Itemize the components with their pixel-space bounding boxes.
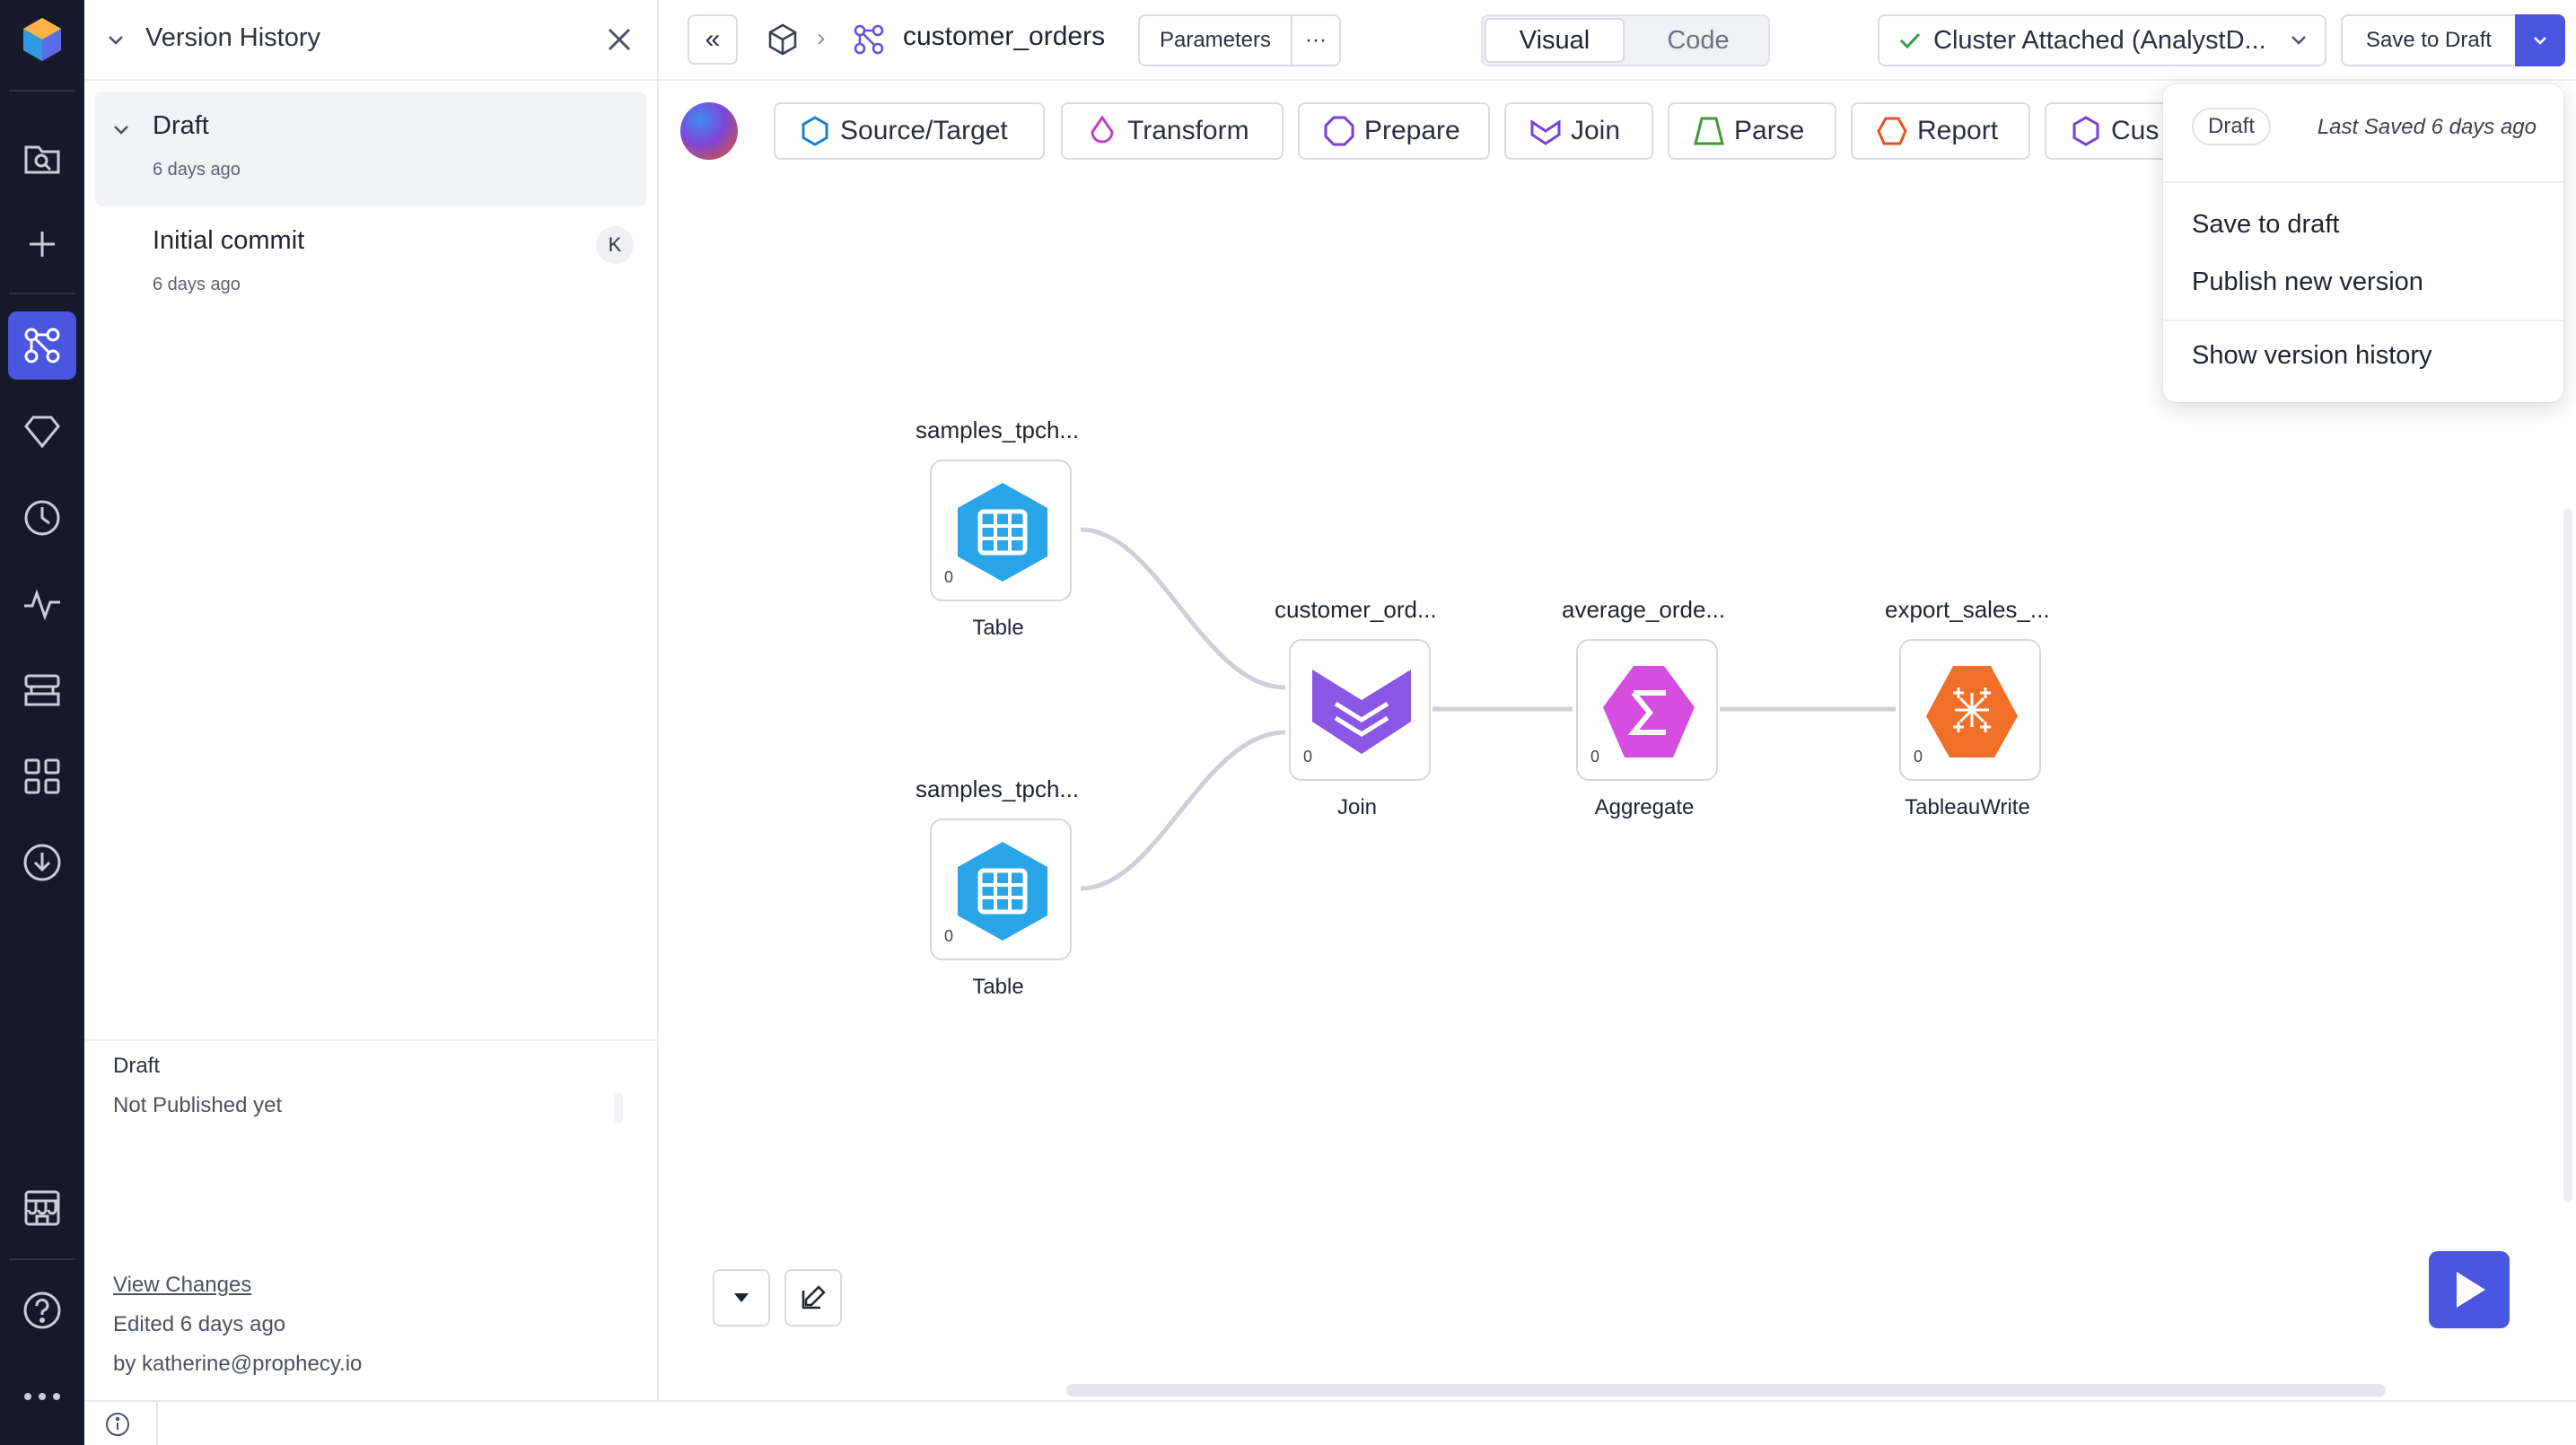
node-count: 0 xyxy=(944,927,954,945)
join-node[interactable]: 0 xyxy=(1289,639,1431,781)
edit-button[interactable] xyxy=(784,1269,842,1327)
node-type-label: Join xyxy=(1336,795,1378,819)
node-title: samples_tpch... xyxy=(916,416,1080,443)
table-node-1[interactable]: 0 xyxy=(930,460,1072,601)
play-icon xyxy=(2457,1272,2485,1308)
vertical-scrollbar[interactable] xyxy=(2563,508,2572,1203)
menu-item-show-version-history[interactable]: Show version history xyxy=(2192,341,2432,371)
menu-item-save-to-draft[interactable]: Save to draft xyxy=(2192,210,2339,240)
node-title: samples_tpch... xyxy=(916,775,1080,802)
node-type-label: Table xyxy=(972,975,1024,999)
node-count: 0 xyxy=(1914,748,1923,766)
horizontal-scrollbar[interactable] xyxy=(1066,1384,2386,1397)
node-count: 0 xyxy=(1590,748,1600,766)
edge xyxy=(1080,730,1286,891)
menu-divider xyxy=(2163,320,2563,321)
join-gem-icon xyxy=(1312,670,1411,754)
tableau-gem-icon xyxy=(1926,666,2018,758)
aggregate-node[interactable]: 0 xyxy=(1576,639,1718,781)
node-title: customer_ord... xyxy=(1275,596,1437,623)
node-count: 0 xyxy=(944,568,954,586)
node-type-label: Aggregate xyxy=(1594,795,1695,819)
caret-down-icon xyxy=(734,1293,749,1302)
table-node-2[interactable]: 0 xyxy=(930,819,1072,960)
save-options-dropdown: Draft Last Saved 6 days ago Save to draf… xyxy=(2163,84,2563,402)
canvas-menu-button[interactable] xyxy=(713,1269,770,1327)
menu-divider xyxy=(2163,181,2563,183)
last-saved-text: Last Saved 6 days ago xyxy=(2317,115,2537,139)
table-gem-icon xyxy=(958,483,1047,582)
table-gem-icon xyxy=(958,842,1047,941)
aggregate-gem-icon xyxy=(1603,666,1695,758)
node-type-label: TableauWrite xyxy=(1905,795,2030,819)
node-title: average_orde... xyxy=(1562,596,1726,623)
node-count: 0 xyxy=(1303,748,1313,766)
run-button[interactable] xyxy=(2429,1251,2510,1328)
node-title: export_sales_... xyxy=(1885,596,2050,623)
node-type-label: Table xyxy=(972,616,1024,640)
tableau-write-node[interactable]: 0 xyxy=(1899,639,2041,781)
menu-item-publish-new-version[interactable]: Publish new version xyxy=(2192,267,2423,297)
draft-badge: Draft xyxy=(2192,108,2272,145)
edge xyxy=(1080,527,1286,690)
edit-icon xyxy=(802,1285,826,1309)
